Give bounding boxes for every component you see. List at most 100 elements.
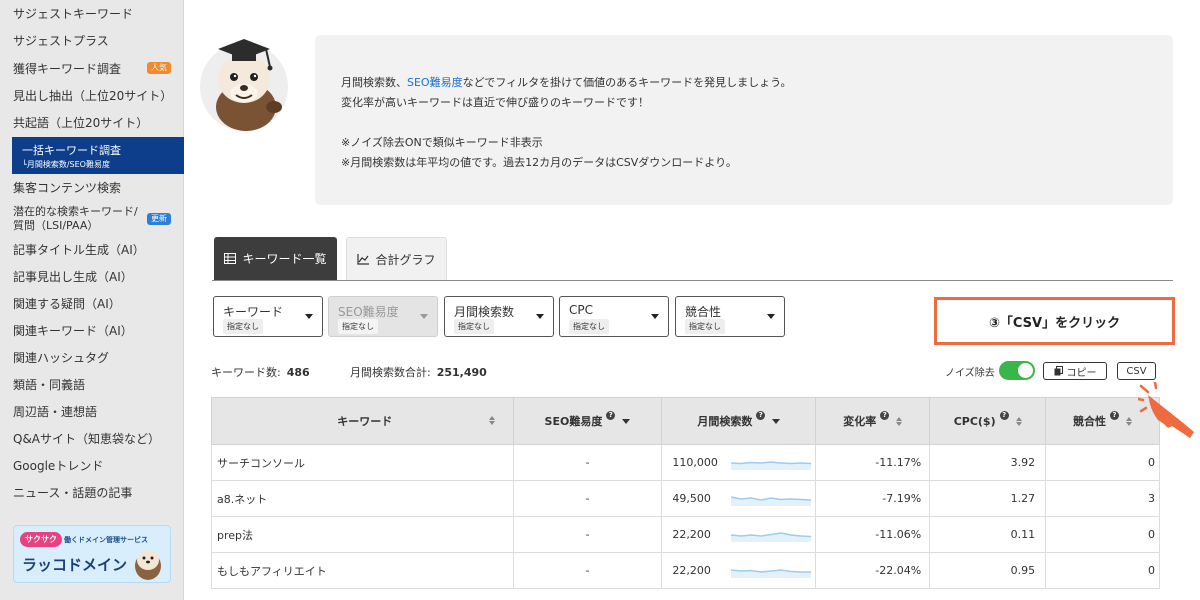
pointer-hand-icon bbox=[1138, 382, 1194, 438]
keyword-filter-select[interactable]: キーワード 指定なし bbox=[213, 296, 323, 337]
sidebar-item-synonyms[interactable]: 類語・同義語 bbox=[0, 373, 184, 395]
sidebar-item-label: 記事見出し生成（AI） bbox=[13, 269, 133, 284]
help-icon[interactable]: ? bbox=[606, 410, 616, 420]
col-header-cpc[interactable]: CPC($)? bbox=[929, 397, 1047, 445]
cell-seo: - bbox=[512, 480, 663, 517]
total-volume: 月間検索数合計: 251,490 bbox=[350, 364, 487, 380]
sort-desc-icon bbox=[772, 418, 781, 424]
banner-title: ラッコドメイン bbox=[22, 556, 128, 574]
col-header-label: 変化率 bbox=[843, 415, 877, 428]
cell-cpc: 1.27 bbox=[929, 480, 1047, 517]
sidebar-item-suggest-plus[interactable]: サジェストプラス bbox=[0, 29, 184, 51]
volume-value: 49,500 bbox=[672, 492, 711, 505]
copy-label: コピー bbox=[1066, 367, 1097, 379]
sidebar-item-label: サジェストプラス bbox=[13, 33, 109, 48]
col-header-label: CPC($) bbox=[953, 414, 996, 428]
otter-icon bbox=[135, 550, 161, 580]
info-line1-a: 月間検索数、 bbox=[341, 76, 407, 89]
sidebar-item-heading-gen[interactable]: 記事見出し生成（AI） bbox=[0, 265, 184, 287]
filter-label: 競合性 bbox=[685, 305, 722, 319]
sidebar-item-acquired-keyword[interactable]: 獲得キーワード調査 人気 bbox=[0, 56, 184, 80]
sidebar-item-label: Googleトレンド bbox=[13, 458, 104, 473]
volume-sparkline bbox=[731, 460, 812, 470]
sidebar-item-cooccurrence[interactable]: 共起語（上位20サイト） bbox=[0, 111, 184, 133]
sidebar-item-qa-sites[interactable]: Q&Aサイト（知恵袋など） bbox=[0, 427, 184, 449]
keyword-count-value: 486 bbox=[286, 366, 310, 379]
cell-keyword[interactable]: もしもアフィリエイト bbox=[211, 552, 514, 589]
sidebar-item-suggest-keyword[interactable]: サジェストキーワード bbox=[0, 2, 184, 24]
help-icon[interactable]: ? bbox=[999, 410, 1009, 420]
sort-icon bbox=[896, 416, 903, 426]
sidebar-item-label: 関連ハッシュタグ bbox=[13, 350, 110, 365]
sidebar-item-lsi-paa[interactable]: 潜在的な検索キーワード/ 質問（LSI/PAA） 更新 bbox=[0, 203, 184, 235]
popular-badge: 人気 bbox=[147, 62, 171, 74]
sidebar-item-hashtags[interactable]: 関連ハッシュタグ bbox=[0, 346, 184, 368]
table-row: a8.ネット - 49,500 -7.19% 1.27 3 bbox=[211, 480, 1160, 517]
callout-text: ③「CSV」をクリック bbox=[988, 315, 1121, 331]
tab-divider bbox=[212, 280, 1173, 281]
sidebar-item-title-gen[interactable]: 記事タイトル生成（AI） bbox=[0, 238, 184, 260]
seo-difficulty-link[interactable]: SEO難易度 bbox=[407, 76, 463, 89]
cell-seo: - bbox=[512, 516, 663, 553]
filter-value: 指定なし bbox=[223, 319, 263, 334]
col-header-seo[interactable]: SEO難易度? bbox=[512, 397, 663, 445]
competition-filter-select[interactable]: 競合性 指定なし bbox=[675, 296, 785, 337]
banner-tag: サクサク bbox=[20, 532, 62, 547]
table-row: prep法 - 22,200 -11.06% 0.11 0 bbox=[211, 516, 1160, 553]
sidebar-item-label: ニュース・話題の記事 bbox=[13, 485, 133, 500]
tab-label: 合計グラフ bbox=[375, 252, 436, 267]
csv-download-button[interactable]: CSV bbox=[1117, 362, 1156, 380]
cell-change: -7.19% bbox=[815, 480, 931, 517]
updated-badge: 更新 bbox=[147, 213, 171, 225]
line-chart-icon bbox=[357, 253, 370, 265]
sidebar-item-content-search[interactable]: 集客コンテンツ検索 bbox=[0, 176, 184, 198]
seo-difficulty-filter-select[interactable]: SEO難易度 指定なし bbox=[328, 296, 438, 337]
rakko-domain-banner[interactable]: サクサク 働くドメイン管理サービス ラッコドメイン bbox=[13, 525, 171, 583]
cell-change: -11.17% bbox=[815, 444, 931, 481]
monthly-volume-filter-select[interactable]: 月間検索数 指定なし bbox=[444, 296, 554, 337]
volume-value: 22,200 bbox=[672, 564, 711, 577]
help-icon[interactable]: ? bbox=[880, 410, 890, 420]
total-volume-value: 251,490 bbox=[436, 366, 487, 379]
volume-value: 22,200 bbox=[672, 528, 711, 541]
tab-total-graph[interactable]: 合計グラフ bbox=[346, 237, 447, 280]
sidebar-item-related-keywords[interactable]: 関連キーワード（AI） bbox=[0, 319, 184, 341]
tab-keyword-list[interactable]: キーワード一覧 bbox=[214, 237, 337, 280]
filter-value: 指定なし bbox=[454, 319, 494, 334]
info-line1-b: などでフィルタを掛けて価値のあるキーワードを発見しましょう。 bbox=[462, 76, 792, 89]
cpc-filter-select[interactable]: CPC 指定なし bbox=[559, 296, 669, 337]
sidebar-item-news[interactable]: ニュース・話題の記事 bbox=[0, 481, 184, 503]
volume-sparkline bbox=[731, 568, 812, 578]
cell-seo: - bbox=[512, 552, 663, 589]
filter-value: 指定なし bbox=[338, 319, 378, 334]
sidebar-item-label: 見出し抽出（上位20サイト） bbox=[13, 88, 173, 103]
cell-keyword[interactable]: prep法 bbox=[211, 516, 514, 553]
sidebar-item-bulk-keyword[interactable]: 一括キーワード調査 └月間検索数/SEO難易度 bbox=[12, 137, 184, 174]
sidebar-item-label: 共起語（上位20サイト） bbox=[13, 115, 149, 130]
sidebar-item-label: 獲得キーワード調査 bbox=[13, 61, 122, 76]
sidebar-item-google-trends[interactable]: Googleトレンド bbox=[0, 454, 184, 476]
help-icon[interactable]: ? bbox=[1110, 410, 1120, 420]
noise-filter-toggle[interactable] bbox=[999, 361, 1035, 380]
col-header-change[interactable]: 変化率? bbox=[815, 397, 931, 445]
sidebar-item-heading-extract[interactable]: 見出し抽出（上位20サイト） bbox=[0, 84, 184, 106]
sidebar-item-associations[interactable]: 周辺語・連想語 bbox=[0, 400, 184, 422]
tab-label: キーワード一覧 bbox=[242, 252, 327, 266]
help-icon[interactable]: ? bbox=[756, 410, 766, 420]
cell-keyword[interactable]: サーチコンソール bbox=[211, 444, 514, 481]
keyword-table: キーワード SEO難易度? 月間検索数? 変化率? CPC($)? 競合性? サ… bbox=[211, 397, 1160, 589]
sidebar-item-label: 関連する疑問（AI） bbox=[13, 296, 121, 311]
col-header-volume[interactable]: 月間検索数? bbox=[661, 397, 817, 445]
sidebar-item-label: 記事タイトル生成（AI） bbox=[13, 242, 145, 257]
cell-volume: 49,500 bbox=[661, 480, 817, 517]
cell-keyword[interactable]: a8.ネット bbox=[211, 480, 514, 517]
copy-icon bbox=[1054, 366, 1063, 376]
cell-competition: 0 bbox=[1045, 516, 1160, 553]
caret-down-icon bbox=[420, 314, 428, 319]
sidebar-item-related-questions[interactable]: 関連する疑問（AI） bbox=[0, 292, 184, 314]
sort-icon bbox=[1126, 416, 1133, 426]
copy-button[interactable]: コピー bbox=[1043, 362, 1107, 380]
sidebar: サジェストキーワード サジェストプラス 獲得キーワード調査 人気 見出し抽出（上位… bbox=[0, 0, 184, 600]
info-box: 月間検索数、SEO難易度などでフィルタを掛けて価値のあるキーワードを発見しましょ… bbox=[315, 35, 1173, 205]
col-header-keyword[interactable]: キーワード bbox=[211, 397, 514, 445]
